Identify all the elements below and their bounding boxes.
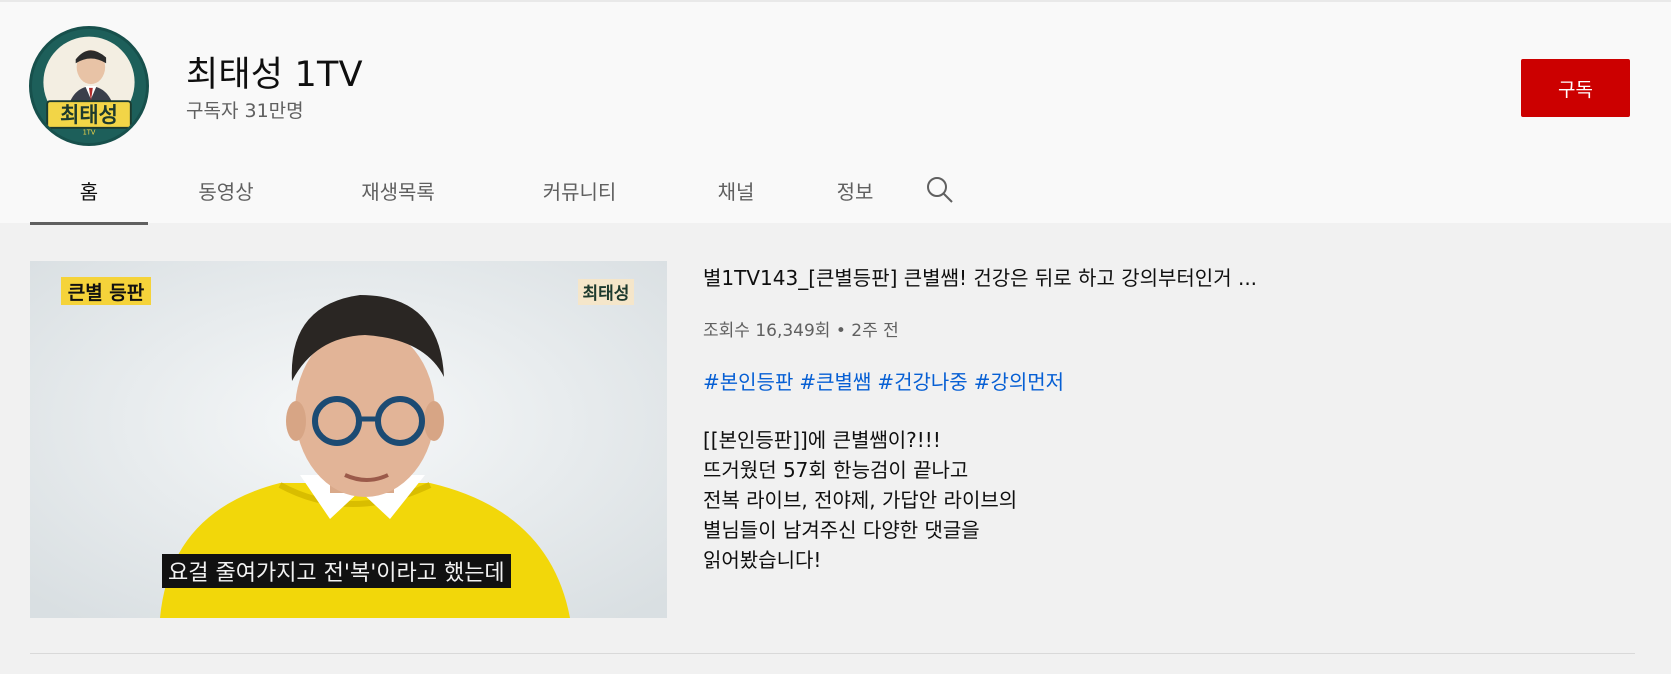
svg-text:1TV: 1TV (83, 128, 96, 136)
channel-name: 최태성 1TV (186, 55, 363, 95)
video-description: [[본인등판]]에 큰별쌤이?!!! 뜨거웠던 57회 한능검이 끝나고 전복 … (703, 425, 1017, 575)
thumbnail-badge-right: 최태성 (583, 284, 630, 304)
tab-community[interactable]: 커뮤니티 (492, 167, 667, 225)
hashtag-link[interactable]: #강의먼저 (974, 370, 1064, 394)
thumbnail-badge-left: 큰별 등판 (68, 282, 145, 304)
video-metadata: 조회수 16,349회 • 2주 전 (703, 321, 899, 341)
avatar-image: 최태성 1TV (32, 29, 146, 143)
featured-video-thumbnail[interactable]: 큰별 등판 최태성 요걸 줄여가지고 전'복'이라고 했는데 (30, 261, 667, 618)
hashtag-link[interactable]: #본인등판 (703, 370, 793, 394)
hashtag-link[interactable]: #큰별쌤 (799, 370, 871, 394)
thumbnail-subtitle: 요걸 줄여가지고 전'복'이라고 했는데 (162, 554, 511, 588)
tab-channels[interactable]: 채널 (667, 167, 805, 225)
search-icon (927, 177, 953, 203)
channel-search-button[interactable] (905, 167, 975, 225)
section-divider (30, 653, 1635, 654)
description-line: 별님들이 남겨주신 다양한 댓글을 (703, 518, 980, 542)
description-line: 읽어봤습니다! (703, 548, 822, 572)
subscriber-count: 구독자 31만명 (186, 100, 304, 122)
tab-videos[interactable]: 동영상 (148, 167, 304, 225)
channel-header: 최태성 1TV 최태성 1TV 구독자 31만명 구독 홈 동영상 재생목록 커… (0, 0, 1671, 225)
hashtag-link[interactable]: #건강나중 (877, 370, 967, 394)
tab-home[interactable]: 홈 (30, 167, 148, 225)
hashtag-list: #본인등판 #큰별쌤 #건강나중 #강의먼저 (703, 366, 1070, 395)
description-line: 뜨거웠던 57회 한능검이 끝나고 (703, 458, 969, 482)
avatar-logo-text: 최태성 (60, 103, 118, 127)
description-line: [[본인등판]]에 큰별쌤이?!!! (703, 428, 941, 452)
channel-tabs: 홈 동영상 재생목록 커뮤니티 채널 정보 (30, 167, 975, 225)
subscribe-button[interactable]: 구독 (1521, 59, 1630, 117)
description-line: 전복 라이브, 전야제, 가답안 라이브의 (703, 488, 1018, 512)
channel-avatar[interactable]: 최태성 1TV (29, 26, 149, 146)
video-title-link[interactable]: 별1TV143_[큰별등판] 큰별쌤! 건강은 뒤로 하고 강의부터인거 ... (703, 262, 1257, 291)
tab-about[interactable]: 정보 (805, 167, 905, 225)
tab-playlists[interactable]: 재생목록 (304, 167, 492, 225)
